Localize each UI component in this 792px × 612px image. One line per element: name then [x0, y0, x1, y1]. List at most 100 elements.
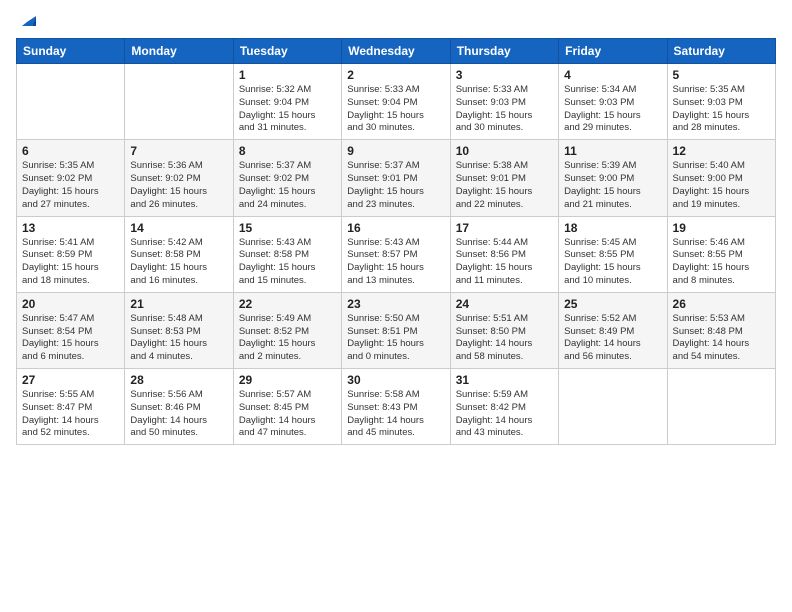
day-info: Sunrise: 5:56 AM Sunset: 8:46 PM Dayligh… — [130, 389, 227, 440]
day-info: Sunrise: 5:53 AM Sunset: 8:48 PM Dayligh… — [673, 313, 770, 364]
calendar-cell: 23Sunrise: 5:50 AM Sunset: 8:51 PM Dayli… — [342, 292, 450, 368]
calendar-cell: 3Sunrise: 5:33 AM Sunset: 9:03 PM Daylig… — [450, 64, 558, 140]
calendar-cell: 15 Sunrise: 5:43 AM Sunset: 8:58 PM Dayli… — [233, 216, 341, 292]
day-info: Sunrise: 5:59 AM Sunset: 8:42 PM Dayligh… — [456, 389, 553, 440]
weekday-header-wednesday: Wednesday — [342, 39, 450, 64]
day-number: 27 — [22, 373, 119, 387]
calendar-cell: 1 Sunrise: 5:32 AM Sunset: 9:04 PM Daylig… — [233, 64, 341, 140]
day-info: Sunrise: 5:32 AM Sunset: 9:04 PM Dayligh… — [239, 84, 336, 135]
logo — [16, 14, 36, 30]
calendar-week-5: 27 Sunrise: 5:55 AM Sunset: 8:47 PM Dayli… — [17, 369, 776, 445]
calendar-cell: 24 Sunrise: 5:51 AM Sunset: 8:50 PM Dayli… — [450, 292, 558, 368]
day-number: 29 — [239, 373, 336, 387]
calendar-week-4: 20Sunrise: 5:47 AM Sunset: 8:54 PM Dayli… — [17, 292, 776, 368]
day-number: 17 — [456, 221, 553, 235]
calendar-cell: 4 Sunrise: 5:34 AM Sunset: 9:03 PM Daylig… — [559, 64, 667, 140]
day-number: 14 — [130, 221, 227, 235]
day-number: 4 — [564, 68, 661, 82]
day-info: Sunrise: 5:44 AM Sunset: 8:56 PM Dayligh… — [456, 237, 553, 288]
calendar-week-1: 1 Sunrise: 5:32 AM Sunset: 9:04 PM Daylig… — [17, 64, 776, 140]
day-info: Sunrise: 5:42 AM Sunset: 8:58 PM Dayligh… — [130, 237, 227, 288]
day-number: 19 — [673, 221, 770, 235]
day-number: 16 — [347, 221, 444, 235]
calendar-cell: 7 Sunrise: 5:36 AM Sunset: 9:02 PM Daylig… — [125, 140, 233, 216]
calendar-cell — [559, 369, 667, 445]
day-info: Sunrise: 5:35 AM Sunset: 9:03 PM Dayligh… — [673, 84, 770, 135]
calendar-cell: 14 Sunrise: 5:42 AM Sunset: 8:58 PM Dayli… — [125, 216, 233, 292]
calendar-week-3: 13 Sunrise: 5:41 AM Sunset: 8:59 PM Dayli… — [17, 216, 776, 292]
calendar-cell — [17, 64, 125, 140]
calendar-cell: 18 Sunrise: 5:45 AM Sunset: 8:55 PM Dayli… — [559, 216, 667, 292]
day-info: Sunrise: 5:43 AM Sunset: 8:58 PM Dayligh… — [239, 237, 336, 288]
calendar-cell: 11Sunrise: 5:39 AM Sunset: 9:00 PM Dayli… — [559, 140, 667, 216]
calendar-cell: 25 Sunrise: 5:52 AM Sunset: 8:49 PM Dayli… — [559, 292, 667, 368]
day-info: Sunrise: 5:38 AM Sunset: 9:01 PM Dayligh… — [456, 160, 553, 211]
day-info: Sunrise: 5:39 AM Sunset: 9:00 PM Dayligh… — [564, 160, 661, 211]
day-info: Sunrise: 5:37 AM Sunset: 9:02 PM Dayligh… — [239, 160, 336, 211]
day-number: 8 — [239, 144, 336, 158]
header — [16, 10, 776, 30]
day-number: 10 — [456, 144, 553, 158]
day-info: Sunrise: 5:57 AM Sunset: 8:45 PM Dayligh… — [239, 389, 336, 440]
calendar-cell: 31 Sunrise: 5:59 AM Sunset: 8:42 PM Dayli… — [450, 369, 558, 445]
calendar-cell: 29 Sunrise: 5:57 AM Sunset: 8:45 PM Dayli… — [233, 369, 341, 445]
page: SundayMondayTuesdayWednesdayThursdayFrid… — [0, 0, 792, 612]
day-info: Sunrise: 5:33 AM Sunset: 9:04 PM Dayligh… — [347, 84, 444, 135]
calendar-cell: 19Sunrise: 5:46 AM Sunset: 8:55 PM Dayli… — [667, 216, 775, 292]
day-number: 5 — [673, 68, 770, 82]
calendar-cell: 27 Sunrise: 5:55 AM Sunset: 8:47 PM Dayli… — [17, 369, 125, 445]
calendar-cell: 13 Sunrise: 5:41 AM Sunset: 8:59 PM Dayli… — [17, 216, 125, 292]
weekday-header-tuesday: Tuesday — [233, 39, 341, 64]
logo-block — [16, 14, 36, 30]
day-number: 3 — [456, 68, 553, 82]
day-number: 13 — [22, 221, 119, 235]
calendar-cell: 8 Sunrise: 5:37 AM Sunset: 9:02 PM Daylig… — [233, 140, 341, 216]
calendar-cell: 5 Sunrise: 5:35 AM Sunset: 9:03 PM Daylig… — [667, 64, 775, 140]
calendar-cell — [125, 64, 233, 140]
weekday-header-thursday: Thursday — [450, 39, 558, 64]
day-number: 7 — [130, 144, 227, 158]
day-number: 23 — [347, 297, 444, 311]
calendar-cell: 21 Sunrise: 5:48 AM Sunset: 8:53 PM Dayli… — [125, 292, 233, 368]
day-info: Sunrise: 5:45 AM Sunset: 8:55 PM Dayligh… — [564, 237, 661, 288]
weekday-header-friday: Friday — [559, 39, 667, 64]
day-number: 12 — [673, 144, 770, 158]
day-number: 25 — [564, 297, 661, 311]
calendar-cell: 16 Sunrise: 5:43 AM Sunset: 8:57 PM Dayli… — [342, 216, 450, 292]
day-number: 2 — [347, 68, 444, 82]
day-info: Sunrise: 5:58 AM Sunset: 8:43 PM Dayligh… — [347, 389, 444, 440]
day-number: 30 — [347, 373, 444, 387]
weekday-header-sunday: Sunday — [17, 39, 125, 64]
day-info: Sunrise: 5:41 AM Sunset: 8:59 PM Dayligh… — [22, 237, 119, 288]
day-number: 18 — [564, 221, 661, 235]
day-info: Sunrise: 5:48 AM Sunset: 8:53 PM Dayligh… — [130, 313, 227, 364]
calendar-table: SundayMondayTuesdayWednesdayThursdayFrid… — [16, 38, 776, 445]
day-info: Sunrise: 5:43 AM Sunset: 8:57 PM Dayligh… — [347, 237, 444, 288]
weekday-header-monday: Monday — [125, 39, 233, 64]
day-number: 22 — [239, 297, 336, 311]
logo-icon — [18, 12, 36, 30]
day-info: Sunrise: 5:51 AM Sunset: 8:50 PM Dayligh… — [456, 313, 553, 364]
calendar-cell: 30 Sunrise: 5:58 AM Sunset: 8:43 PM Dayli… — [342, 369, 450, 445]
day-number: 9 — [347, 144, 444, 158]
day-info: Sunrise: 5:52 AM Sunset: 8:49 PM Dayligh… — [564, 313, 661, 364]
day-info: Sunrise: 5:47 AM Sunset: 8:54 PM Dayligh… — [22, 313, 119, 364]
calendar-cell: 12Sunrise: 5:40 AM Sunset: 9:00 PM Dayli… — [667, 140, 775, 216]
calendar-cell: 6Sunrise: 5:35 AM Sunset: 9:02 PM Daylig… — [17, 140, 125, 216]
day-number: 21 — [130, 297, 227, 311]
day-number: 24 — [456, 297, 553, 311]
day-info: Sunrise: 5:55 AM Sunset: 8:47 PM Dayligh… — [22, 389, 119, 440]
weekday-header-saturday: Saturday — [667, 39, 775, 64]
day-info: Sunrise: 5:34 AM Sunset: 9:03 PM Dayligh… — [564, 84, 661, 135]
day-info: Sunrise: 5:35 AM Sunset: 9:02 PM Dayligh… — [22, 160, 119, 211]
day-number: 31 — [456, 373, 553, 387]
day-number: 26 — [673, 297, 770, 311]
calendar-cell: 28Sunrise: 5:56 AM Sunset: 8:46 PM Dayli… — [125, 369, 233, 445]
day-info: Sunrise: 5:36 AM Sunset: 9:02 PM Dayligh… — [130, 160, 227, 211]
day-info: Sunrise: 5:49 AM Sunset: 8:52 PM Dayligh… — [239, 313, 336, 364]
day-number: 1 — [239, 68, 336, 82]
calendar-cell: 17 Sunrise: 5:44 AM Sunset: 8:56 PM Dayli… — [450, 216, 558, 292]
calendar-cell: 9Sunrise: 5:37 AM Sunset: 9:01 PM Daylig… — [342, 140, 450, 216]
day-number: 15 — [239, 221, 336, 235]
calendar-cell: 2 Sunrise: 5:33 AM Sunset: 9:04 PM Daylig… — [342, 64, 450, 140]
